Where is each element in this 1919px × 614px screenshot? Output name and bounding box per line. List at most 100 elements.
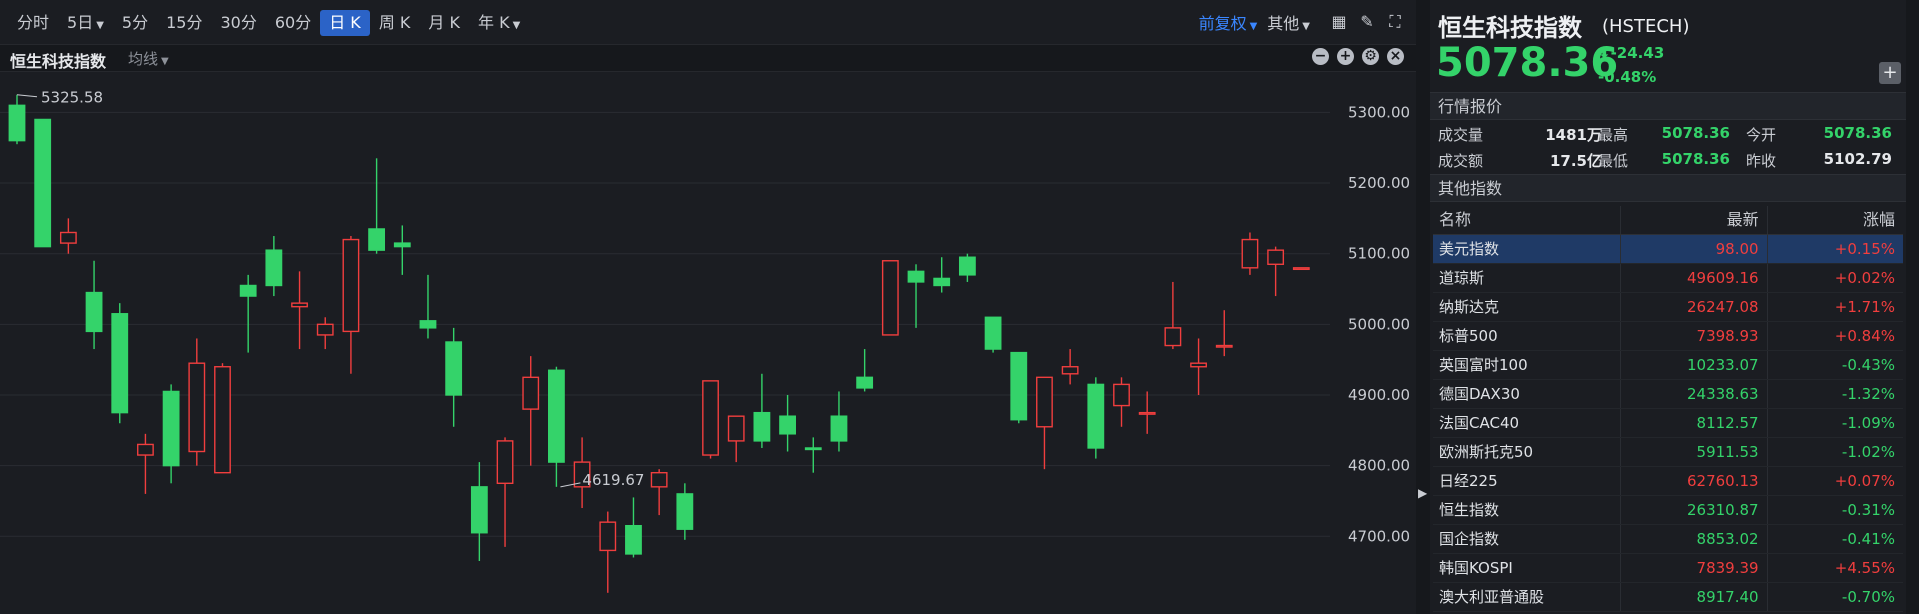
candle-up [1190,362,1207,368]
low-value: 5078.36 [1661,150,1730,168]
candle-up [342,238,360,333]
adjust-dropdown[interactable]: 前复权 ▼ [1199,10,1258,34]
candle-down [830,415,848,442]
zoom-in-icon[interactable]: + [1337,48,1354,65]
amount-value: 17.5亿 [1549,152,1602,170]
chart-controls: − + ⚙ × [1312,48,1404,65]
quote-panel-scrollbar[interactable] [1906,0,1919,614]
index-last-cell: 49609.16 [1621,264,1768,292]
table-row[interactable]: 欧洲斯托克50 5911.53 -1.02% [1433,438,1903,467]
candle-down [393,242,411,248]
draw-pen-icon[interactable]: ✎ [1358,13,1376,31]
candle-down [8,104,26,142]
index-name-cell: 德国DAX30 [1433,380,1622,408]
period-tab[interactable]: 周 K [370,10,420,36]
index-change: ⬇-24.43 [1598,44,1664,62]
y-tick-label: 5100.00 [1348,245,1410,263]
down-arrow-icon: ⬇ [1598,44,1611,62]
index-chg-cell: -1.02% [1841,443,1895,461]
candle-down [958,256,976,276]
index-chg-cell: -0.43% [1841,356,1895,374]
period-tab[interactable]: 60分 [266,10,320,36]
index-name-cell: 澳大利亚普通股 [1433,583,1622,611]
col-chg-header[interactable]: 涨幅 [1768,206,1903,234]
candle-up [1215,344,1233,348]
table-row[interactable]: 道琼斯 49609.16 +0.02% [1433,264,1903,293]
change-value: -24.43 [1610,44,1665,62]
period-tab[interactable]: 分时 [8,10,58,36]
table-row[interactable]: 纳斯达克 26247.08 +1.71% [1433,293,1903,322]
period-tab-label: 5分 [121,13,149,32]
ma-dropdown[interactable]: 均线 ▼ [128,48,169,69]
table-row[interactable]: 德国DAX30 24338.63 -1.32% [1433,380,1903,409]
index-chg-cell: -1.09% [1841,414,1895,432]
index-last-cell: 8853.02 [1621,525,1768,553]
period-tab[interactable]: 5分 [113,10,157,36]
chevron-down-icon: ▼ [96,20,104,31]
candle-up [1267,249,1285,265]
candle-up [522,376,540,410]
table-row[interactable]: 法国CAC40 8112.57 -1.09% [1433,409,1903,438]
volume-label: 成交量 [1438,126,1484,144]
period-tab[interactable]: 5日 ▼ [58,10,113,36]
candle-up [1061,366,1079,375]
y-tick-label: 4800.00 [1348,457,1410,475]
period-tab-label: 月 K [428,13,460,32]
chevron-down-icon: ▼ [1249,21,1258,32]
collapse-arrow-icon[interactable]: ▶ [1418,486,1427,500]
candle-up [1036,376,1053,428]
candle-down [162,390,180,467]
period-tab[interactable]: 15分 [157,10,211,36]
open-label: 今开 [1746,126,1777,144]
table-row[interactable]: 标普500 7398.93 +0.84% [1433,322,1903,351]
candle-down [85,291,103,333]
candlestick-plot[interactable]: 5300.00 5200.00 5100.00 5000.00 4900.00 4800.… [0,70,1416,614]
period-tab[interactable]: 30分 [211,10,265,36]
settings-gear-icon[interactable]: ⚙ [1362,48,1379,65]
other-dropdown[interactable]: 其他 ▼ [1267,10,1310,34]
table-row[interactable]: 英国富时100 10233.07 -0.43% [1433,351,1903,380]
col-last-header[interactable]: 最新 [1621,206,1768,234]
period-tab[interactable]: 月 K [419,10,469,36]
index-last-cell: 8112.57 [1621,409,1768,437]
table-body: 美元指数 98.00 +0.15% 道琼斯 49609.16 +0.02% 纳斯达克 2624… [1433,235,1903,612]
candle-down [239,284,257,297]
candle-up [188,362,206,453]
table-row[interactable]: 国企指数 8853.02 -0.41% [1433,525,1903,554]
index-chg-cell: +0.15% [1834,240,1895,258]
close-icon[interactable]: × [1387,48,1404,65]
quote-panel: 恒生科技指数 (HSTECH) 5078.36 ⬇-24.43 -0.48% +… [1430,0,1919,614]
other-indices-header: 其他指数 [1430,174,1906,202]
period-tab[interactable]: 年 K ▼ [469,10,529,36]
index-name-cell: 法国CAC40 [1433,409,1622,437]
chevron-down-icon: ▼ [512,20,521,31]
table-row[interactable]: 日经225 62760.13 +0.07% [1433,467,1903,496]
candle-up [1113,383,1130,407]
layout-grid-icon[interactable]: ▦ [1330,13,1348,31]
candle-down [470,486,488,534]
add-watchlist-button[interactable]: + [1879,62,1901,84]
index-name-cell: 韩国KOSPI [1433,554,1622,582]
panel-divider[interactable] [1416,0,1430,614]
candle-down [1010,351,1028,421]
high-value: 5078.36 [1661,124,1730,142]
table-row[interactable]: 美元指数 98.00 +0.15% [1433,235,1903,264]
index-chg-cell: +0.07% [1834,472,1895,490]
zoom-out-icon[interactable]: − [1312,48,1329,65]
index-name-cell: 欧洲斯托克50 [1433,438,1622,466]
candle-down [625,524,642,555]
fullscreen-icon[interactable]: ⛶ [1386,13,1404,31]
table-row[interactable]: 澳大利亚普通股 8917.40 -0.70% [1433,583,1903,612]
period-tab[interactable]: 日 K [320,10,370,36]
col-name-header[interactable]: 名称 [1433,206,1622,234]
index-last-cell: 62760.13 [1621,467,1768,495]
table-row[interactable]: 韩国KOSPI 7839.39 +4.55% [1433,554,1903,583]
period-tab-label: 60分 [274,13,312,32]
index-code: (HSTECH) [1602,16,1690,37]
index-name-cell: 英国富时100 [1433,351,1622,379]
quote-section-header: 行情报价 [1430,92,1906,120]
table-row[interactable]: 恒生指数 26310.87 -0.31% [1433,496,1903,525]
index-name-cell: 纳斯达克 [1433,293,1622,321]
volume-value: 1481万 [1545,126,1602,144]
ma-label: 均线 [128,50,159,68]
